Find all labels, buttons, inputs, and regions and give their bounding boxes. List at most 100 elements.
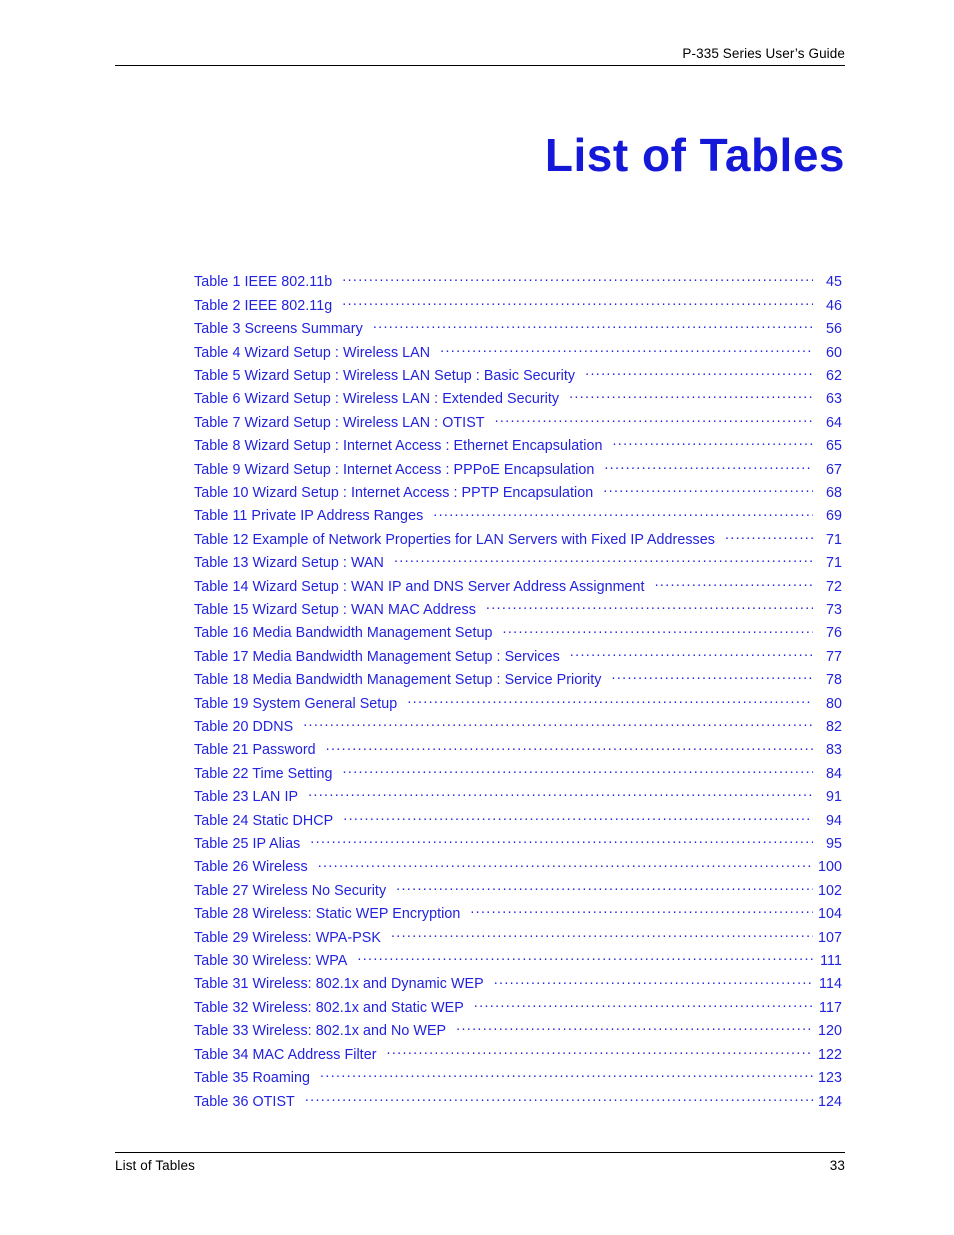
toc-entry[interactable]: Table 23 LAN IP 91 xyxy=(194,787,842,810)
toc-leader-dots xyxy=(303,717,813,731)
toc-entry-label: Table 26 Wireless xyxy=(194,859,308,876)
toc-entry-label: Table 19 System General Setup xyxy=(194,695,398,712)
toc-entry[interactable]: Table 3 Screens Summary 56 xyxy=(194,319,842,342)
toc-entry-label: Table 29 Wireless: WPA-PSK xyxy=(194,929,381,946)
toc-entry[interactable]: Table 28 Wireless: Static WEP Encryption… xyxy=(194,904,842,927)
toc-entry-label: Table 16 Media Bandwidth Management Setu… xyxy=(194,625,493,642)
toc-entry-page-number: 104 xyxy=(817,906,842,923)
footer-row: List of Tables 33 xyxy=(115,1158,845,1173)
toc-entry[interactable]: Table 11 Private IP Address Ranges 69 xyxy=(194,506,842,529)
toc-entry-page-number: 120 xyxy=(817,1023,842,1040)
footer-section-label: List of Tables xyxy=(115,1158,195,1173)
toc-leader-dots xyxy=(396,881,813,895)
toc-entry-page-number: 71 xyxy=(825,555,842,572)
toc-entry-label: Table 14 Wizard Setup : WAN IP and DNS S… xyxy=(194,578,645,595)
toc-entry-label: Table 3 Screens Summary xyxy=(194,321,363,338)
toc-entry-page-number: 65 xyxy=(825,438,842,455)
toc-entry-label: Table 5 Wizard Setup : Wireless LAN Setu… xyxy=(194,367,576,384)
toc-entry-label: Table 24 Static DHCP xyxy=(194,812,334,829)
list-of-tables: Table 1 IEEE 802.11b 45 Table 2 IEEE 802.1… xyxy=(194,272,842,1115)
toc-entry-label: Table 20 DDNS xyxy=(194,719,294,736)
toc-entry-label: Table 30 Wireless: WPA xyxy=(194,953,348,970)
running-header-title: P-335 Series User’s Guide xyxy=(682,46,845,61)
header-rule xyxy=(115,65,845,66)
toc-entry-page-number: 100 xyxy=(817,859,842,876)
toc-leader-dots xyxy=(612,436,813,450)
toc-entry[interactable]: Table 22 Time Setting 84 xyxy=(194,764,842,787)
toc-entry[interactable]: Table 2 IEEE 802.11g 46 xyxy=(194,295,842,318)
toc-entry[interactable]: Table 17 Media Bandwidth Management Setu… xyxy=(194,647,842,670)
toc-entry[interactable]: Table 29 Wireless: WPA-PSK 107 xyxy=(194,927,842,950)
toc-entry[interactable]: Table 14 Wizard Setup : WAN IP and DNS S… xyxy=(194,576,842,599)
toc-entry-page-number: 62 xyxy=(825,367,842,384)
toc-entry[interactable]: Table 19 System General Setup 80 xyxy=(194,693,842,716)
toc-entry-page-number: 76 xyxy=(825,625,842,642)
toc-leader-dots xyxy=(391,927,813,941)
toc-entry[interactable]: Table 6 Wizard Setup : Wireless LAN : Ex… xyxy=(194,389,842,412)
toc-leader-dots xyxy=(343,810,813,824)
toc-entry[interactable]: Table 20 DDNS 82 xyxy=(194,717,842,740)
toc-entry[interactable]: Table 34 MAC Address Filter 122 xyxy=(194,1044,842,1067)
toc-entry-label: Table 27 Wireless No Security xyxy=(194,882,387,899)
toc-entry-label: Table 11 Private IP Address Ranges xyxy=(194,508,424,525)
toc-entry[interactable]: Table 13 Wizard Setup : WAN 71 xyxy=(194,553,842,576)
footer-page-number: 33 xyxy=(829,1158,845,1173)
toc-leader-dots xyxy=(342,295,813,309)
toc-entry-page-number: 67 xyxy=(825,461,842,478)
toc-entry[interactable]: Table 1 IEEE 802.11b 45 xyxy=(194,272,842,295)
toc-entry[interactable]: Table 21 Password 83 xyxy=(194,740,842,763)
toc-entry[interactable]: Table 25 IP Alias 95 xyxy=(194,834,842,857)
toc-entry-label: Table 25 IP Alias xyxy=(194,836,301,853)
toc-entry[interactable]: Table 36 OTIST 124 xyxy=(194,1091,842,1114)
toc-entry[interactable]: Table 31 Wireless: 802.1x and Dynamic WE… xyxy=(194,974,842,997)
toc-leader-dots xyxy=(308,787,813,801)
footer-rule xyxy=(115,1152,845,1153)
document-page: P-335 Series User’s Guide List of Tables… xyxy=(0,0,954,1235)
toc-entry-label: Table 10 Wizard Setup : Internet Access … xyxy=(194,484,594,501)
running-header: P-335 Series User’s Guide xyxy=(115,46,845,66)
toc-entry[interactable]: Table 10 Wizard Setup : Internet Access … xyxy=(194,483,842,506)
toc-entry-page-number: 91 xyxy=(825,789,842,806)
toc-leader-dots xyxy=(310,834,813,848)
toc-entry[interactable]: Table 24 Static DHCP 94 xyxy=(194,810,842,833)
toc-leader-dots xyxy=(318,857,813,871)
toc-entry[interactable]: Table 15 Wizard Setup : WAN MAC Address 7… xyxy=(194,600,842,623)
toc-entry[interactable]: Table 35 Roaming 123 xyxy=(194,1068,842,1091)
toc-leader-dots xyxy=(612,670,813,684)
toc-leader-dots xyxy=(342,272,813,286)
toc-entry[interactable]: Table 18 Media Bandwidth Management Setu… xyxy=(194,670,842,693)
toc-entry-page-number: 124 xyxy=(817,1093,842,1110)
toc-entry[interactable]: Table 5 Wizard Setup : Wireless LAN Setu… xyxy=(194,366,842,389)
toc-entry-label: Table 23 LAN IP xyxy=(194,789,299,806)
toc-entry-page-number: 68 xyxy=(825,484,842,501)
toc-entry-page-number: 64 xyxy=(825,414,842,431)
toc-entry[interactable]: Table 27 Wireless No Security 102 xyxy=(194,881,842,904)
toc-entry[interactable]: Table 33 Wireless: 802.1x and No WEP 120 xyxy=(194,1021,842,1044)
toc-leader-dots xyxy=(320,1068,813,1082)
toc-entry[interactable]: Table 12 Example of Network Properties f… xyxy=(194,529,842,552)
toc-leader-dots xyxy=(326,740,813,754)
toc-entry-label: Table 4 Wizard Setup : Wireless LAN xyxy=(194,344,431,361)
toc-entry[interactable]: Table 8 Wizard Setup : Internet Access :… xyxy=(194,436,842,459)
toc-entry[interactable]: Table 16 Media Bandwidth Management Setu… xyxy=(194,623,842,646)
toc-entry[interactable]: Table 9 Wizard Setup : Internet Access :… xyxy=(194,459,842,482)
toc-leader-dots xyxy=(387,1044,813,1058)
toc-entry-page-number: 63 xyxy=(825,391,842,408)
toc-leader-dots xyxy=(604,459,813,473)
toc-leader-dots xyxy=(569,389,813,403)
toc-entry[interactable]: Table 26 Wireless 100 xyxy=(194,857,842,880)
toc-entry-label: Table 15 Wizard Setup : WAN MAC Address xyxy=(194,601,476,618)
toc-entry-label: Table 8 Wizard Setup : Internet Access :… xyxy=(194,438,603,455)
toc-entry-label: Table 32 Wireless: 802.1x and Static WEP xyxy=(194,999,464,1016)
toc-entry[interactable]: Table 4 Wizard Setup : Wireless LAN 60 xyxy=(194,342,842,365)
toc-leader-dots xyxy=(603,483,813,497)
toc-entry[interactable]: Table 32 Wireless: 802.1x and Static WEP… xyxy=(194,998,842,1021)
toc-entry-page-number: 114 xyxy=(819,976,842,993)
toc-leader-dots xyxy=(407,693,813,707)
toc-entry-label: Table 21 Password xyxy=(194,742,316,759)
page-title: List of Tables xyxy=(544,128,845,181)
toc-leader-dots xyxy=(474,998,813,1012)
toc-entry[interactable]: Table 30 Wireless: WPA 111 xyxy=(194,951,842,974)
toc-entry[interactable]: Table 7 Wizard Setup : Wireless LAN : OT… xyxy=(194,412,842,435)
toc-entry-page-number: 107 xyxy=(817,929,842,946)
